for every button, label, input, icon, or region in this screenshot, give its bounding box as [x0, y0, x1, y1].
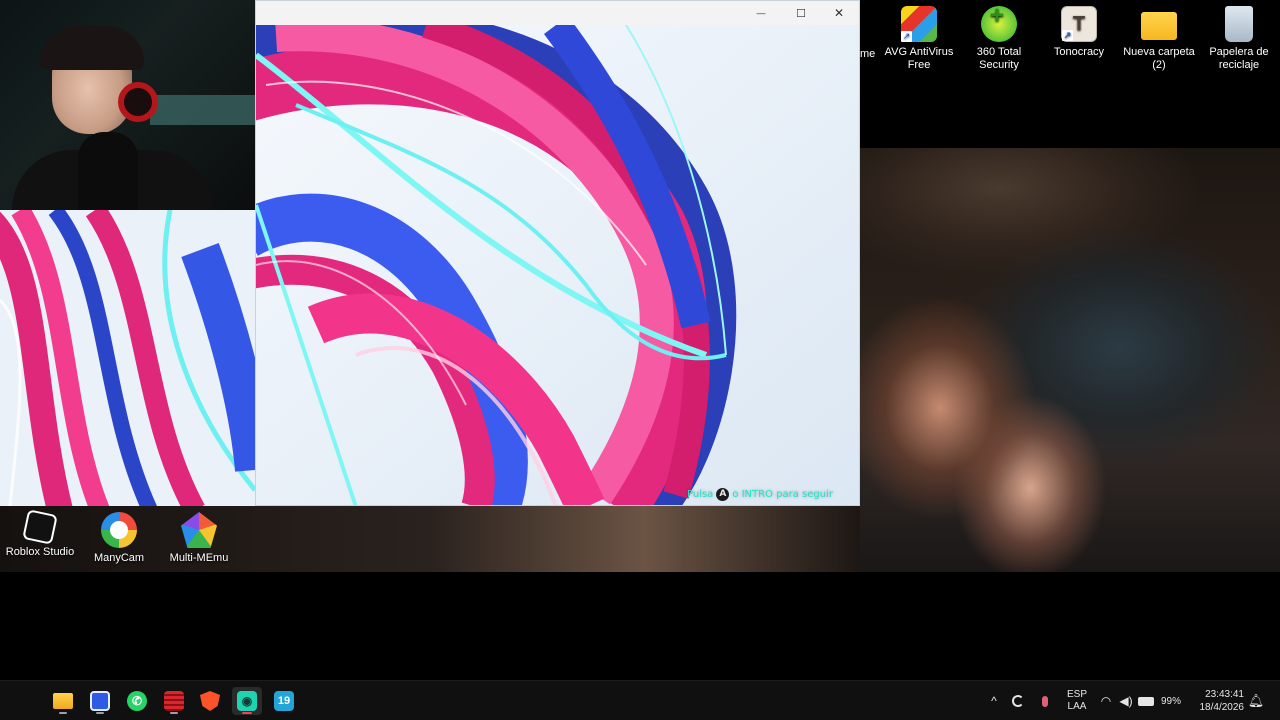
recycle-bin-icon: [1225, 6, 1253, 42]
running-indicator: [170, 712, 178, 714]
roblox-studio-icon: [22, 509, 58, 545]
taskbar-app-blue[interactable]: [85, 687, 115, 715]
folder-icon: [53, 693, 73, 709]
desktop-icon-manycam[interactable]: ManyCam: [81, 512, 157, 565]
running-indicator: [96, 712, 104, 714]
start-button[interactable]: [12, 687, 42, 715]
shortcut-arrow-icon: ↗: [901, 31, 912, 42]
desktop-icon-label: AVG AntiVirus Free: [884, 46, 954, 71]
maximize-icon: ☐: [796, 7, 806, 20]
active-window-indicator: [242, 712, 252, 714]
avg-antivirus-icon: ↗: [901, 6, 937, 42]
battery-percent: 99%: [1160, 695, 1181, 707]
desktop-icon-360[interactable]: + 360 Total Security: [961, 2, 1037, 72]
app-19-icon: 19: [274, 691, 294, 711]
desktop-icon-label: 360 Total Security: [976, 46, 1022, 71]
taskbar-app-emulator[interactable]: ◉: [232, 687, 262, 715]
taskbar-app-brave[interactable]: [195, 687, 225, 715]
desktop-icon-label: Roblox Studio: [5, 546, 75, 558]
controller-a-button-icon: A: [716, 488, 730, 501]
desktop-icon-label: Tonocracy: [1053, 46, 1105, 58]
app-red-icon: [164, 691, 184, 711]
desktop-icon-label: Papelera de reciclaje: [1209, 46, 1269, 71]
microphone-icon: [78, 132, 138, 210]
language-code: ESP: [1066, 689, 1087, 700]
running-indicator: [59, 712, 67, 714]
volume-icon[interactable]: ◀): [1116, 681, 1136, 720]
taskbar-app-19[interactable]: 19: [269, 687, 299, 715]
close-button[interactable]: ✕: [819, 1, 859, 25]
desktop-icon-label: Multi-MEmu: [169, 552, 229, 564]
game-art-left-extension: [0, 210, 255, 506]
webcam-person-cap: [40, 26, 144, 70]
brave-lion-icon: [200, 691, 220, 711]
app-blue-icon: [90, 691, 110, 711]
clock-date: 18/4/2026: [1199, 702, 1245, 713]
manycam-icon: [101, 512, 137, 548]
webcam-background-panel: [150, 95, 255, 125]
game-splash-art[interactable]: Pulsa A o INTRO para seguir: [256, 25, 859, 505]
clock-time: 23:43:41: [1205, 689, 1244, 700]
emulator-icon: ◉: [237, 691, 257, 711]
webcam-overlay: [0, 0, 255, 210]
folder-icon: [1141, 12, 1177, 40]
desktop-icon-multi-memu[interactable]: Multi-MEmu: [161, 512, 237, 565]
desktop-icon-nueva-carpeta[interactable]: Nueva carpeta (2): [1121, 6, 1197, 72]
taskbar-app-red[interactable]: [159, 687, 189, 715]
wallpaper-video-frame: [860, 148, 1280, 572]
close-icon: ✕: [833, 6, 845, 20]
desktop-icon-recycle-bin[interactable]: Papelera de reciclaje: [1201, 6, 1277, 72]
multi-memu-icon: [181, 512, 217, 548]
plus-icon: +: [990, 2, 1005, 29]
clock[interactable]: 23:43:41 18/4/2026: [1186, 681, 1245, 720]
press-hint-prefix: Pulsa: [687, 489, 714, 500]
maximize-button[interactable]: ☐: [781, 1, 821, 25]
windows-logo-icon: [17, 691, 37, 711]
press-hint-suffix: o INTRO para seguir: [732, 489, 833, 500]
show-hidden-icons-button[interactable]: ^: [984, 681, 1004, 720]
desktop-icon-roblox-studio[interactable]: Roblox Studio: [2, 509, 78, 559]
desktop-icon-avg[interactable]: ↗ AVG AntiVirus Free: [881, 6, 957, 72]
taskbar-app-file-explorer[interactable]: [48, 687, 78, 715]
headset-icon: [118, 82, 158, 122]
chevron-up-icon: ^: [991, 694, 997, 708]
language-indicator[interactable]: ESP LAA: [1058, 681, 1096, 720]
minimize-icon: —: [756, 8, 766, 18]
taskbar-app-whatsapp[interactable]: ✆: [122, 687, 152, 715]
wifi-icon[interactable]: ◠: [1096, 681, 1116, 720]
desktop-icon-label: Nueva carpeta (2): [1123, 46, 1195, 71]
360-total-security-icon: +: [981, 2, 1017, 42]
shortcut-arrow-icon: ↗: [1062, 30, 1073, 41]
minimize-button[interactable]: —: [741, 1, 781, 25]
keyboard-layout-code: LAA: [1067, 701, 1087, 712]
notifications-bell-icon[interactable]: 🔔︎: [1244, 681, 1268, 720]
press-to-continue-hint: Pulsa A o INTRO para seguir: [687, 488, 833, 501]
taskbar: ✆ ◉ 19 ^ ESP LAA ◠ ◀) 99% 23:43:41 18/4/…: [0, 680, 1280, 720]
game-window[interactable]: — ☐ ✕ Pulsa A o INTRO para seguir: [255, 0, 860, 506]
system-tray: ^ ESP LAA ◠ ◀) 99% 23:43:41 18/4/2026 🔔︎: [984, 681, 1268, 720]
tonocracy-icon: T ↗: [1061, 6, 1097, 42]
microphone-tray-icon[interactable]: [1032, 681, 1058, 720]
tray-sync-icon[interactable]: [1004, 681, 1032, 720]
whatsapp-icon: ✆: [127, 691, 147, 711]
partial-desktop-icon-label[interactable]: me: [860, 48, 875, 60]
desktop-icon-label: ManyCam: [93, 552, 145, 564]
battery-icon[interactable]: [1136, 681, 1156, 720]
window-titlebar[interactable]: — ☐ ✕: [256, 1, 859, 25]
desktop-icon-tonocracy[interactable]: T ↗ Tonocracy: [1041, 6, 1117, 59]
